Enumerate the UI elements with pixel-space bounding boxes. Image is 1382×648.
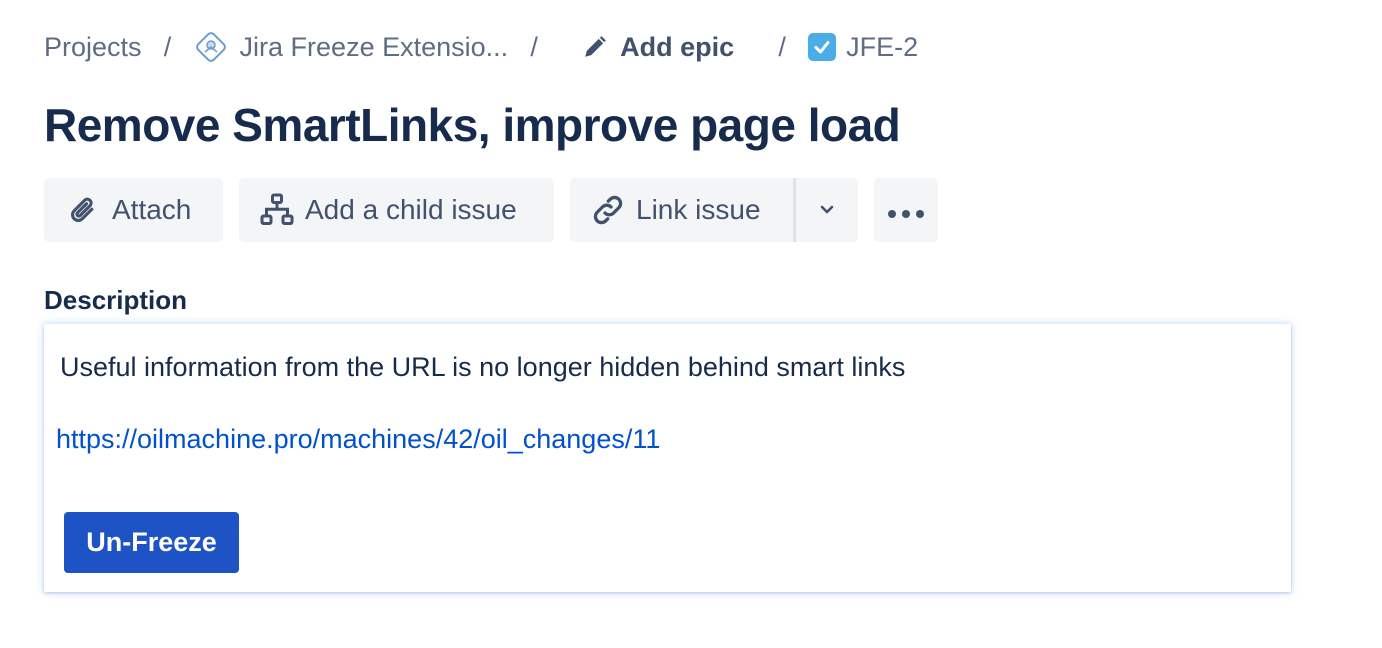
description-url-link[interactable]: https://oilmachine.pro/machines/42/oil_c… (56, 424, 660, 455)
breadcrumb-separator: / (778, 31, 786, 62)
chevron-down-icon (817, 194, 837, 226)
link-issue-group: Link issue (570, 178, 858, 242)
add-epic-button[interactable]: Add epic (582, 32, 734, 63)
link-issue-label: Link issue (636, 194, 761, 225)
more-actions-button[interactable] (874, 178, 938, 242)
breadcrumb-separator: / (163, 31, 172, 62)
attach-label: Attach (112, 194, 192, 225)
add-child-issue-label: Add a child issue (305, 194, 517, 225)
link-issue-button[interactable]: Link issue (570, 178, 793, 242)
paperclip-icon (66, 192, 102, 228)
add-child-issue-button[interactable]: Add a child issue (239, 178, 554, 242)
project-diamond-icon (194, 30, 228, 64)
breadcrumb-project[interactable]: Jira Freeze Extensio... (194, 30, 509, 64)
breadcrumb-separator: / (530, 31, 538, 62)
description-heading: Description (44, 285, 188, 315)
issue-key: JFE-2 (846, 31, 919, 62)
unfreeze-button[interactable]: Un-Freeze (64, 512, 239, 573)
add-epic-label: Add epic (620, 31, 735, 62)
issue-title[interactable]: Remove SmartLinks, improve page load (44, 98, 901, 152)
pencil-icon (582, 34, 608, 60)
issue-toolbar: Attach Add a child issue Link issue (44, 178, 938, 242)
breadcrumb-projects[interactable]: Projects (44, 32, 142, 63)
task-checkbox-icon (808, 33, 837, 61)
link-issue-dropdown-button[interactable] (793, 178, 858, 242)
description-field[interactable]: Useful information from the URL is no lo… (44, 324, 1291, 592)
attach-button[interactable]: Attach (44, 178, 223, 242)
breadcrumb-project-label: Jira Freeze Extensio... (239, 31, 509, 62)
link-icon (590, 192, 626, 228)
more-horizontal-icon (887, 194, 925, 226)
hierarchy-icon (259, 192, 295, 228)
description-text: Useful information from the URL is no lo… (60, 352, 906, 382)
breadcrumb: Projects / Jira Freeze Extensio... / Add… (44, 28, 918, 66)
breadcrumb-issue[interactable]: JFE-2 (808, 32, 918, 63)
